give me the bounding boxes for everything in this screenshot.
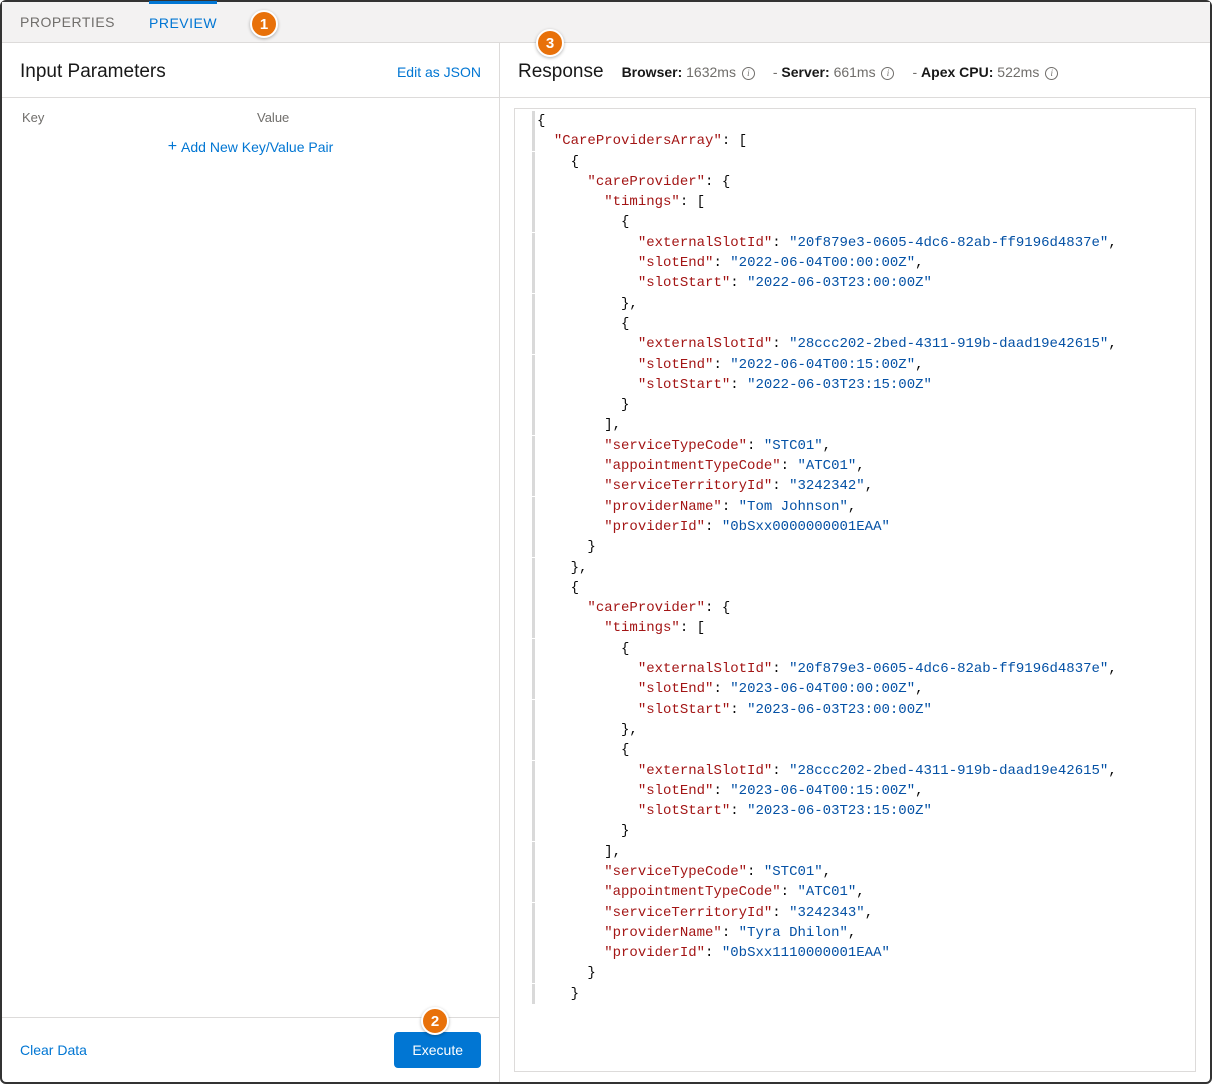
input-parameters-title: Input Parameters — [20, 61, 166, 83]
kv-table-header: Key Value — [2, 98, 499, 133]
input-parameters-panel: Input Parameters Edit as JSON Key Value … — [2, 43, 500, 1082]
execute-button[interactable]: Execute — [394, 1032, 481, 1068]
server-metric: - Server: 661ms i — [773, 64, 895, 80]
kv-key-header: Key — [22, 110, 257, 125]
callout-badge-2: 2 — [421, 1007, 449, 1035]
info-icon[interactable]: i — [1045, 67, 1058, 80]
info-icon[interactable]: i — [881, 67, 894, 80]
kv-value-header: Value — [257, 110, 479, 125]
edit-as-json-link[interactable]: Edit as JSON — [397, 64, 481, 80]
callout-badge-3: 3 — [536, 29, 564, 57]
add-key-value-label: Add New Key/Value Pair — [181, 139, 333, 155]
clear-data-link[interactable]: Clear Data — [20, 1042, 87, 1058]
apex-metric: - Apex CPU: 522ms i — [912, 64, 1058, 80]
response-json-viewer[interactable]: { "CareProvidersArray": [ { "careProvide… — [514, 108, 1196, 1072]
browser-metric: Browser: 1632ms i — [622, 64, 755, 80]
tab-properties[interactable]: PROPERTIES — [20, 2, 115, 43]
tab-bar: PROPERTIES PREVIEW 1 — [2, 2, 1210, 43]
add-key-value-button[interactable]: + Add New Key/Value Pair — [2, 133, 499, 165]
plus-icon: + — [168, 139, 177, 155]
response-title: Response — [518, 61, 604, 83]
response-panel: 3 Response Browser: 1632ms i - Server: 6… — [500, 43, 1210, 1082]
tab-preview[interactable]: PREVIEW — [149, 1, 217, 42]
callout-badge-1: 1 — [250, 10, 278, 38]
info-icon[interactable]: i — [742, 67, 755, 80]
